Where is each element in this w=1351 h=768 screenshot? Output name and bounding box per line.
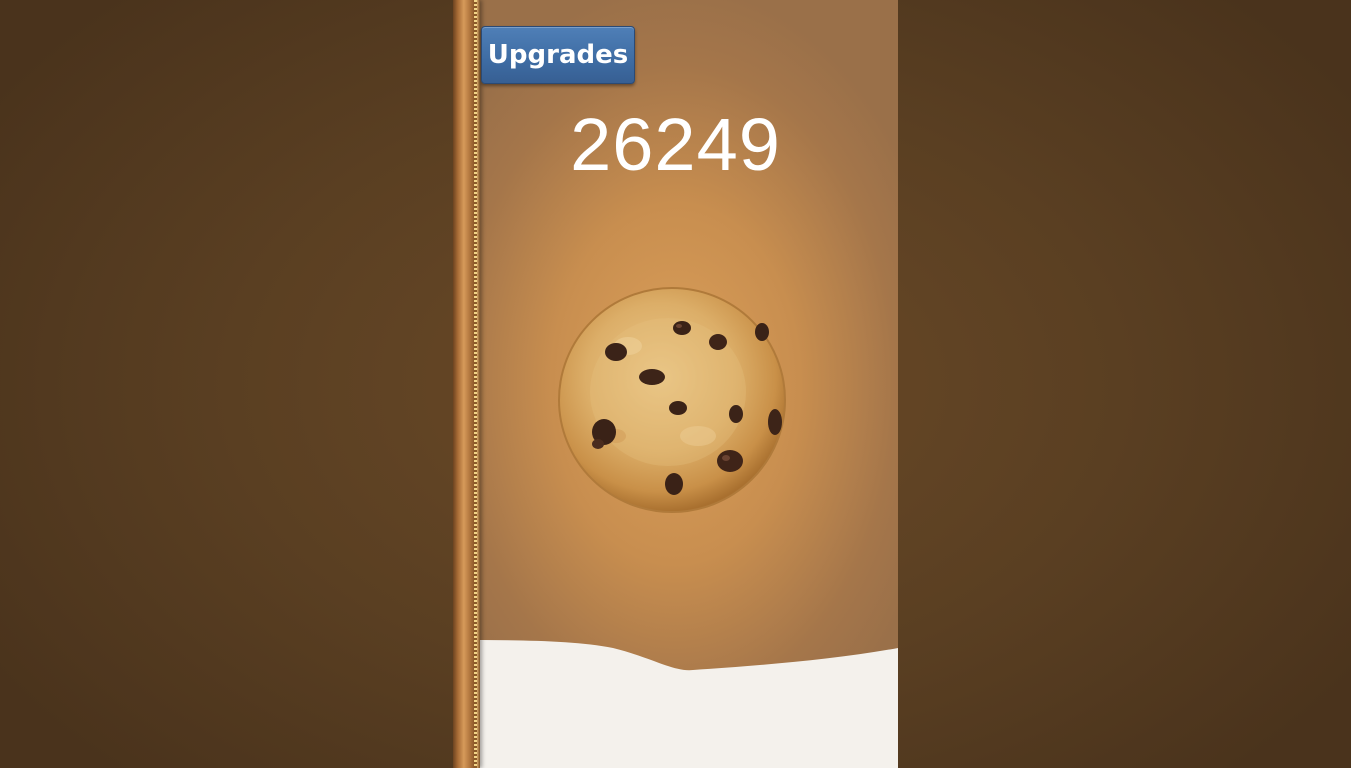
left-wooden-bar xyxy=(453,0,480,768)
upgrades-button[interactable]: Upgrades xyxy=(481,26,635,84)
cookie-icon[interactable] xyxy=(558,286,788,514)
game-panel: Upgrades 26249 xyxy=(453,0,898,768)
milk-wave xyxy=(453,640,898,768)
cookie-count: 26249 xyxy=(570,103,781,186)
